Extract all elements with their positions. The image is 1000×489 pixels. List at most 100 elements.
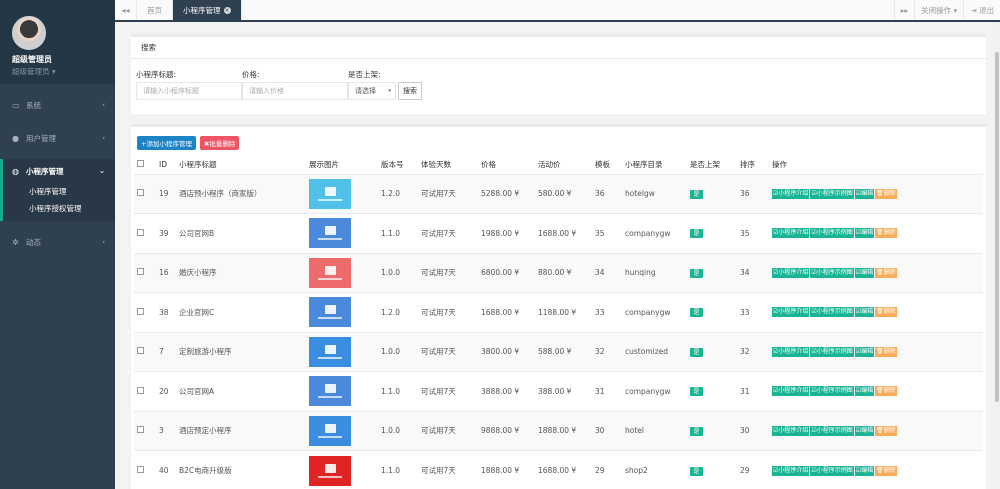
row-checkbox[interactable]	[134, 173, 159, 214]
sidebar-item-system[interactable]: ▭ 系统 ‹	[0, 93, 115, 117]
row-checkbox[interactable]	[134, 292, 159, 332]
table-row[interactable]: 39 公司官网B 1.1.0 可试用7天 1988.00 ¥1688.00 ¥35 com…	[134, 213, 983, 253]
cell-image[interactable]	[309, 173, 381, 214]
example-image-button[interactable]: ☑小程序示例图	[810, 228, 854, 239]
miniapp-thumbnail[interactable]	[309, 178, 351, 209]
table-row[interactable]: 3 酒店预定小程序 1.0.0 可试用7天 9888.00 ¥1888.00 ¥30 ho…	[134, 410, 983, 451]
example-image-button[interactable]: ☑小程序示例图	[810, 267, 854, 278]
example-image-button[interactable]: ☑小程序示例图	[810, 465, 854, 476]
edit-button[interactable]: ☑编辑	[854, 307, 875, 318]
delete-button[interactable]: 🗑删除	[875, 386, 897, 397]
tab-scroll-right-icon[interactable]: ▸▸	[893, 0, 915, 20]
example-image-button[interactable]: ☑小程序示例图	[810, 386, 854, 397]
delete-button[interactable]: 🗑删除	[875, 267, 897, 278]
select-all-checkbox[interactable]	[134, 156, 159, 175]
scrollbar-thumb[interactable]	[995, 52, 999, 402]
title-search-input[interactable]: 请输入小程序标题	[136, 82, 242, 100]
table-row[interactable]: 38 企业官网C 1.2.0 可试用7天 1688.00 ¥1188.00 ¥33 com…	[134, 292, 983, 332]
row-checkbox[interactable]	[134, 252, 159, 293]
col-header[interactable]: 活动价	[538, 156, 595, 175]
delete-button[interactable]: 🗑删除	[875, 188, 897, 199]
row-checkbox[interactable]	[134, 371, 159, 411]
miniapp-thumbnail[interactable]	[309, 336, 351, 367]
cell-image[interactable]	[309, 450, 381, 489]
col-header[interactable]: 小程序目录	[625, 156, 690, 175]
col-header[interactable]: ID	[159, 156, 179, 175]
sidebar-item-dynamic[interactable]: ✲ 动态 ‹	[0, 230, 115, 254]
sidebar-subitem-miniapp-auth[interactable]: 小程序授权管理	[3, 200, 115, 217]
delete-button[interactable]: 🗑删除	[875, 425, 897, 436]
tab-scroll-left-icon[interactable]: ◂◂	[115, 0, 137, 20]
edit-button[interactable]: ☑编辑	[854, 425, 875, 436]
miniapp-thumbnail[interactable]	[309, 297, 351, 328]
table-row[interactable]: 20 公司官网A 1.1.0 可试用7天 3888.00 ¥388.00 ¥31 comp…	[134, 371, 983, 411]
batch-delete-button[interactable]: ✖批量删除	[199, 136, 240, 150]
cell-image[interactable]	[309, 292, 381, 332]
delete-button[interactable]: 🗑删除	[875, 307, 897, 318]
table-row[interactable]: 7 定制旅游小程序 1.0.0 可试用7天 3800.00 ¥588.00 ¥32 cus…	[134, 331, 983, 372]
table-row[interactable]: 16 婚庆小程序 1.0.0 可试用7天 6800.00 ¥880.00 ¥34 hunq…	[134, 252, 983, 293]
example-image-button[interactable]: ☑小程序示例图	[810, 425, 854, 436]
row-checkbox[interactable]	[134, 213, 159, 253]
cell-id: 16	[159, 252, 179, 293]
cell-image[interactable]	[309, 213, 381, 253]
edit-button[interactable]: ☑编辑	[854, 188, 875, 199]
miniapp-thumbnail[interactable]	[309, 218, 351, 249]
online-select[interactable]: 请选择 ▾	[348, 82, 396, 100]
intro-button[interactable]: ☑小程序介绍	[772, 188, 810, 199]
col-header[interactable]: 价格	[481, 156, 538, 175]
edit-button[interactable]: ☑编辑	[854, 267, 875, 278]
sidebar-item-users[interactable]: ● 用户管理 ‹	[0, 126, 115, 150]
delete-button[interactable]: 🗑删除	[875, 346, 897, 357]
example-image-button[interactable]: ☑小程序示例图	[810, 307, 854, 318]
cell-image[interactable]	[309, 410, 381, 451]
edit-button[interactable]: ☑编辑	[854, 386, 875, 397]
col-header[interactable]: 模板	[595, 156, 625, 175]
close-icon[interactable]: ×	[223, 6, 231, 14]
intro-button[interactable]: ☑小程序介绍	[772, 425, 810, 436]
logout-button[interactable]: ⇥ 退出	[963, 0, 1000, 20]
row-checkbox[interactable]	[134, 410, 159, 451]
intro-button[interactable]: ☑小程序介绍	[772, 465, 810, 476]
delete-button[interactable]: 🗑删除	[875, 465, 897, 476]
intro-button[interactable]: ☑小程序介绍	[772, 267, 810, 278]
search-button[interactable]: 搜索	[398, 82, 422, 100]
miniapp-thumbnail[interactable]	[309, 415, 351, 446]
col-header[interactable]: 是否上架	[690, 156, 740, 175]
intro-button[interactable]: ☑小程序介绍	[772, 307, 810, 318]
cell-image[interactable]	[309, 331, 381, 372]
price-search-input[interactable]: 请输入价格	[242, 82, 348, 100]
cell-template: 29	[595, 450, 625, 489]
edit-button[interactable]: ☑编辑	[854, 465, 875, 476]
table-row[interactable]: 19 酒店预小程序（商家版） 1.2.0 可试用7天 5288.00 ¥580.00 ¥…	[134, 173, 983, 214]
intro-button[interactable]: ☑小程序介绍	[772, 228, 810, 239]
example-image-button[interactable]: ☑小程序示例图	[810, 346, 854, 357]
col-header[interactable]: 体验天数	[421, 156, 481, 175]
intro-button[interactable]: ☑小程序介绍	[772, 346, 810, 357]
miniapp-thumbnail[interactable]	[309, 376, 351, 407]
page-scrollbar[interactable]	[994, 22, 1000, 489]
col-header[interactable]: 小程序标题	[179, 156, 309, 175]
add-miniapp-button[interactable]: +添加小程序管理	[137, 136, 196, 150]
row-checkbox[interactable]	[134, 331, 159, 372]
avatar[interactable]	[12, 16, 46, 50]
sidebar-subitem-miniapp-manage[interactable]: 小程序管理	[3, 183, 115, 200]
tab-miniapp-manage[interactable]: 小程序管理 ×	[173, 0, 242, 20]
delete-button[interactable]: 🗑删除	[875, 228, 897, 239]
sidebar-item-miniapp[interactable]: ◍ 小程序管理 ⌄	[3, 159, 115, 183]
col-header[interactable]: 排序	[740, 156, 772, 175]
col-header[interactable]: 版本号	[381, 156, 421, 175]
user-role-dropdown[interactable]: 超级管理员 ▾	[12, 66, 115, 77]
cell-image[interactable]	[309, 371, 381, 411]
tab-home[interactable]: 首页	[137, 0, 173, 20]
edit-button[interactable]: ☑编辑	[854, 346, 875, 357]
cell-image[interactable]	[309, 252, 381, 293]
intro-button[interactable]: ☑小程序介绍	[772, 386, 810, 397]
row-checkbox[interactable]	[134, 450, 159, 489]
edit-button[interactable]: ☑编辑	[854, 228, 875, 239]
miniapp-thumbnail[interactable]	[309, 455, 351, 486]
example-image-button[interactable]: ☑小程序示例图	[810, 188, 854, 199]
miniapp-thumbnail[interactable]	[309, 257, 351, 288]
close-operations-dropdown[interactable]: 关闭操作 ▾	[914, 0, 963, 20]
table-row[interactable]: 40 B2C电商升级版 1.1.0 可试用7天 1888.00 ¥1688.00 ¥29…	[134, 450, 983, 489]
